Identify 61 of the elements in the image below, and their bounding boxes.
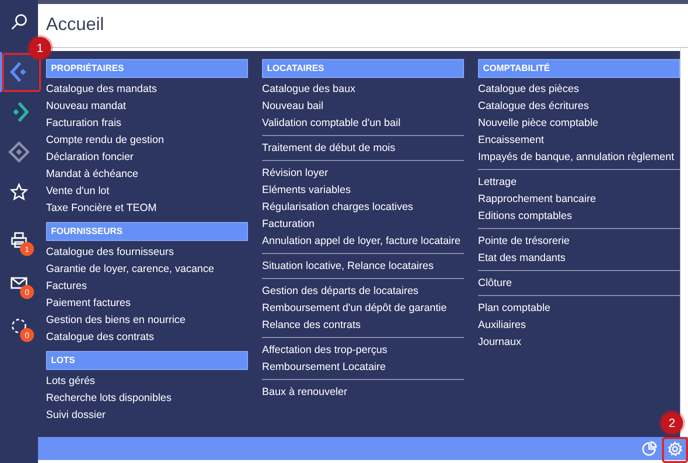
menu-item[interactable]: Editions comptables bbox=[478, 208, 572, 225]
menu-item[interactable]: Facturation frais bbox=[46, 115, 122, 132]
menu-item[interactable]: Catalogue des mandats bbox=[46, 81, 157, 98]
menu-item[interactable]: Gestion des départs de locataires bbox=[262, 283, 418, 300]
menu-item[interactable]: Compte rendu de gestion bbox=[46, 132, 164, 149]
menu-item[interactable]: Catalogue des écritures bbox=[478, 98, 589, 115]
count-badge: 0 bbox=[20, 285, 34, 299]
settings-icon[interactable] bbox=[665, 438, 685, 458]
menu-item[interactable]: Traitement de début de mois bbox=[262, 140, 396, 157]
menu-item[interactable]: Suivi dossier bbox=[46, 407, 106, 424]
menu-item[interactable]: Etat des mandants bbox=[478, 250, 566, 267]
menu-item[interactable]: Catalogue des pièces bbox=[478, 81, 579, 98]
menu-item[interactable]: Annulation appel de loyer, facture locataire bbox=[262, 233, 460, 250]
menu-item[interactable]: Facturation bbox=[262, 216, 315, 233]
menu-item[interactable]: Plan comptable bbox=[478, 300, 550, 317]
highlight-frame bbox=[662, 437, 688, 463]
menu-item[interactable]: Pointe de trésorerie bbox=[478, 233, 570, 250]
menu-item[interactable]: Taxe Foncière et TEOM bbox=[46, 200, 157, 217]
menu-item[interactable]: Catalogue des baux bbox=[262, 81, 356, 98]
menu-item[interactable]: Clôture bbox=[478, 275, 512, 292]
section-header: LOCATAIRES bbox=[262, 59, 464, 78]
menu-item[interactable]: Garantie de loyer, carence, vacance bbox=[46, 261, 214, 278]
menu-item[interactable]: Encaissement bbox=[478, 132, 544, 149]
menu-item[interactable]: Nouveau mandat bbox=[46, 98, 126, 115]
count-badge: 1 bbox=[20, 242, 34, 256]
menu-item[interactable]: Baux à renouveler bbox=[262, 384, 348, 401]
menu-item[interactable]: Gestion des biens en nourrice bbox=[46, 312, 186, 329]
section-header: LOTS bbox=[46, 351, 248, 370]
menu-item[interactable]: Catalogue des contrats bbox=[46, 329, 154, 346]
menu-item[interactable]: Catalogue des fournisseurs bbox=[46, 244, 174, 261]
menu-item[interactable]: Remboursement Locataire bbox=[262, 359, 386, 376]
menu-item[interactable]: Déclaration foncier bbox=[46, 149, 134, 166]
menu-item[interactable]: Rapprochement bancaire bbox=[478, 191, 596, 208]
menu-item[interactable]: Remboursement d'un dépôt de garantie bbox=[262, 300, 447, 317]
menu-item[interactable]: Auxiliaires bbox=[478, 317, 526, 334]
menu-item[interactable]: Validation comptable d'un bail bbox=[262, 115, 400, 132]
menu-item[interactable]: Révision loyer bbox=[262, 165, 328, 182]
menu-item[interactable]: Nouveau bail bbox=[262, 98, 324, 115]
menu-item[interactable]: Recherche lots disponibles bbox=[46, 390, 172, 407]
menu-item[interactable]: Factures bbox=[46, 278, 87, 295]
diamond-icon bbox=[8, 141, 30, 163]
menu-item[interactable]: Eléments variables bbox=[262, 182, 351, 199]
count-badge: 0 bbox=[20, 328, 34, 342]
section-header: COMPTABILITÉ bbox=[478, 59, 680, 78]
menu-item[interactable]: Vente d'un lot bbox=[46, 183, 110, 200]
menu-item[interactable]: Impayés de banque, annulation règlement bbox=[478, 149, 674, 166]
search-icon bbox=[10, 13, 28, 31]
star-icon bbox=[10, 183, 28, 201]
menu-item[interactable]: Régularisation charges locatives bbox=[262, 199, 414, 216]
menu-item[interactable]: Relance des contrats bbox=[262, 317, 361, 334]
menu-item[interactable]: Affectation des trop-perçus bbox=[262, 342, 388, 359]
section-header: PROPRIÉTAIRES bbox=[46, 59, 248, 78]
menu-item[interactable]: Lettrage bbox=[478, 174, 517, 191]
menu-item[interactable]: Lots gérés bbox=[46, 373, 96, 390]
menu-item[interactable]: Paiement factures bbox=[46, 295, 131, 312]
menu-item[interactable]: Situation locative, Relance locataires bbox=[262, 258, 434, 275]
page-title: Accueil bbox=[46, 14, 104, 35]
menu-item[interactable]: Mandat à échéance bbox=[46, 166, 138, 183]
menu-item[interactable]: Journaux bbox=[478, 334, 522, 351]
menu-item[interactable]: Nouvelle pièce comptable bbox=[478, 115, 598, 132]
section-header: FOURNISSEURS bbox=[46, 222, 248, 241]
